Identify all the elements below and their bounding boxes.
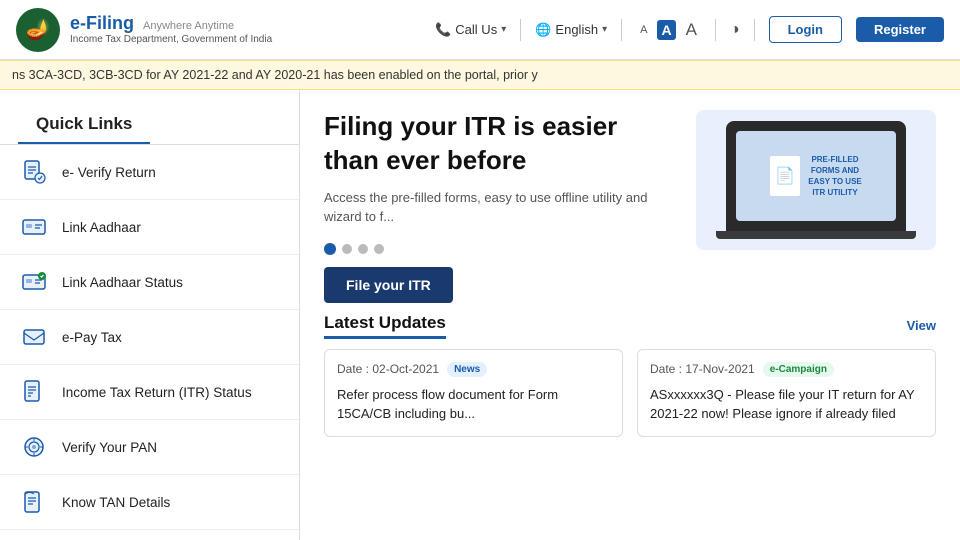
sidebar-item-itr-status[interactable]: Income Tax Return (ITR) Status [0, 365, 299, 420]
font-large-button[interactable]: A [682, 18, 701, 42]
card-date: Date : 02-Oct-2021 [337, 362, 439, 376]
sidebar-item-link-aadhaar-status[interactable]: Link Aadhaar Status [0, 255, 299, 310]
divider [754, 19, 755, 41]
file-itr-button[interactable]: File your ITR [324, 267, 453, 303]
document-icon [18, 156, 50, 188]
sidebar-item-label: e-Pay Tax [62, 330, 122, 345]
view-more-link[interactable]: View [907, 318, 936, 333]
carousel-dots [324, 243, 676, 255]
dot-2[interactable] [342, 244, 352, 254]
card-badge: e-Campaign [763, 362, 834, 377]
envelope-icon [18, 321, 50, 353]
login-button[interactable]: Login [769, 16, 842, 43]
dot-4[interactable] [374, 244, 384, 254]
laptop-base [716, 231, 916, 239]
font-size-controls: A A A [636, 18, 701, 42]
header: 🪔 e-Filing Anywhere Anytime Income Tax D… [0, 0, 960, 60]
hero-description: Access the pre-filled forms, easy to use… [324, 188, 676, 227]
card-date-row: Date : 17-Nov-2021 e-Campaign [650, 362, 923, 377]
screen-text: PRE-FILLEDFORMS ANDEASY TO USEITR UTILIT… [808, 154, 862, 199]
card-text: ASxxxxxx3Q - Please file your IT return … [650, 385, 923, 424]
brand-tagline: Anywhere Anytime [143, 20, 234, 32]
sidebar-item-label: Link Aadhaar [62, 220, 141, 235]
brand-text: e-Filing Anywhere Anytime Income Tax Dep… [70, 14, 272, 45]
sidebar-item-label: e- Verify Return [62, 165, 156, 180]
sidebar-item-verify-return[interactable]: e- Verify Return [0, 145, 299, 200]
card-badge: News [447, 362, 487, 377]
card-date-row: Date : 02-Oct-2021 News [337, 362, 610, 377]
globe-icon: 🌐 [535, 22, 551, 38]
phone-icon: 📞 [435, 22, 451, 38]
hero-text: Filing your ITR is easier than ever befo… [324, 110, 676, 303]
main-content: Filing your ITR is easier than ever befo… [300, 90, 960, 540]
updates-header: Latest Updates View [324, 313, 936, 339]
sidebar-item-epay-tax[interactable]: e-Pay Tax [0, 310, 299, 365]
sidebar-item-know-tan[interactable]: Know TAN Details [0, 475, 299, 530]
font-medium-button[interactable]: A [657, 20, 675, 40]
divider [621, 19, 622, 41]
sidebar-item-label: Link Aadhaar Status [62, 275, 183, 290]
dot-1[interactable] [324, 243, 336, 255]
news-ticker: ns 3CA-3CD, 3CB-3CD for AY 2021-22 and A… [0, 60, 960, 90]
sidebar-item-verify-pan[interactable]: Verify Your PAN [0, 420, 299, 475]
main-layout: Quick Links e- Verify Return [0, 90, 960, 540]
update-card-1: Date : 02-Oct-2021 News Refer process fl… [324, 349, 623, 437]
sidebar-item-label: Know TAN Details [62, 495, 170, 510]
dot-3[interactable] [358, 244, 368, 254]
hero-title: Filing your ITR is easier than ever befo… [324, 110, 676, 178]
sidebar-item-label: Income Tax Return (ITR) Status [62, 385, 252, 400]
sidebar-item-link-aadhaar[interactable]: Link Aadhaar [0, 200, 299, 255]
contrast-toggle-button[interactable]: ◑ [730, 21, 740, 39]
language-selector[interactable]: 🌐 English ▾ [535, 22, 607, 38]
update-cards-row: Date : 02-Oct-2021 News Refer process fl… [324, 349, 936, 437]
card-check-icon [18, 266, 50, 298]
sidebar-title: Quick Links [18, 100, 150, 144]
sidebar-title-wrapper: Quick Links [0, 90, 299, 145]
header-controls: 📞 Call Us ▾ 🌐 English ▾ A A A ◑ Login Re… [435, 16, 944, 43]
updates-section: Latest Updates View Date : 02-Oct-2021 N… [300, 313, 960, 540]
sidebar-item-tax-info[interactable]: Tax Information & services [0, 530, 299, 540]
register-button[interactable]: Register [856, 17, 944, 42]
brand-efiling: e-Filing Anywhere Anytime [70, 14, 272, 34]
laptop-body: 📄 PRE-FILLEDFORMS ANDEASY TO USEITR UTIL… [726, 121, 906, 231]
brand-subtitle: Income Tax Department, Government of Ind… [70, 34, 272, 45]
divider [715, 19, 716, 41]
card-date: Date : 17-Nov-2021 [650, 362, 755, 376]
update-card-2: Date : 17-Nov-2021 e-Campaign ASxxxxxx3Q… [637, 349, 936, 437]
updates-title: Latest Updates [324, 313, 446, 339]
laptop-screen: 📄 PRE-FILLEDFORMS ANDEASY TO USEITR UTIL… [736, 131, 896, 221]
logo-area: 🪔 e-Filing Anywhere Anytime Income Tax D… [16, 8, 272, 52]
document-list-icon [18, 376, 50, 408]
call-us-button[interactable]: 📞 Call Us ▾ [435, 22, 506, 38]
book-icon [18, 486, 50, 518]
font-small-button[interactable]: A [636, 22, 651, 38]
hero-section: Filing your ITR is easier than ever befo… [300, 90, 960, 313]
sidebar-item-label: Verify Your PAN [62, 440, 157, 455]
fingerprint-icon [18, 431, 50, 463]
card-icon [18, 211, 50, 243]
chevron-down-icon: ▾ [602, 24, 607, 35]
sidebar: Quick Links e- Verify Return [0, 90, 300, 540]
divider [520, 19, 521, 41]
emblem-logo: 🪔 [16, 8, 60, 52]
hero-laptop-image: 📄 PRE-FILLEDFORMS ANDEASY TO USEITR UTIL… [696, 110, 936, 250]
laptop-container: 📄 PRE-FILLEDFORMS ANDEASY TO USEITR UTIL… [706, 115, 926, 245]
card-text: Refer process flow document for Form 15C… [337, 385, 610, 424]
chevron-down-icon: ▾ [501, 24, 506, 35]
